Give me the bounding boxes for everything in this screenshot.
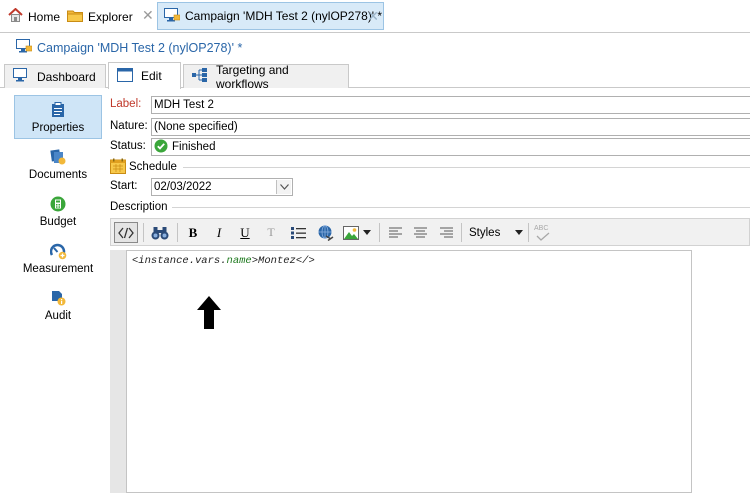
- clipboard-icon: [51, 100, 65, 120]
- spellcheck-label: ABC: [534, 224, 549, 232]
- dashboard-icon: [13, 68, 29, 85]
- tab-explorer-close-icon[interactable]: ✕: [142, 8, 154, 22]
- tab-campaign-label: Campaign 'MDH Test 2 (nylOP278)' *: [185, 9, 383, 23]
- start-date-value: 02/03/2022: [154, 181, 212, 193]
- home-icon: [8, 7, 23, 25]
- folder-icon: [67, 9, 83, 25]
- sidebar-item-measurement[interactable]: Measurement: [14, 236, 102, 280]
- toolbar-separator: [528, 223, 529, 242]
- link-globe-icon[interactable]: [315, 222, 335, 243]
- workflow-icon: [192, 68, 208, 85]
- binoculars-icon[interactable]: [149, 222, 171, 243]
- spellcheck-button[interactable]: ABC: [531, 222, 553, 243]
- edit-window-icon: [117, 67, 133, 85]
- styles-dropdown[interactable]: Styles: [463, 222, 525, 243]
- image-dropdown-arrow-icon[interactable]: [362, 222, 372, 243]
- align-left-icon[interactable]: [386, 222, 404, 243]
- tab-targeting-workflows[interactable]: Targeting and workflows: [183, 62, 349, 91]
- editor-toolbar: B I U T Styles ABC: [110, 218, 750, 246]
- tab-campaign-close-icon[interactable]: ✕: [367, 9, 379, 23]
- source-code-area[interactable]: <instance.vars.name>Montez</>: [126, 250, 692, 493]
- sub-tab-bar: Dashboard Edit Targeting and workflows: [0, 61, 750, 91]
- check-circle-icon: [154, 139, 168, 156]
- tab-home[interactable]: Home: [8, 4, 60, 29]
- tab-explorer[interactable]: Explorer: [67, 4, 133, 29]
- sidebar-item-label: Audit: [44, 310, 72, 322]
- schedule-divider: [182, 166, 750, 168]
- underline-button[interactable]: U: [237, 222, 253, 243]
- align-center-icon[interactable]: [411, 222, 429, 243]
- sidebar-item-documents[interactable]: Documents: [14, 142, 102, 186]
- description-heading: Description: [110, 201, 168, 213]
- code-variable: name: [226, 255, 252, 267]
- italic-button[interactable]: I: [211, 222, 227, 243]
- sidebar-item-properties[interactable]: Properties: [14, 95, 102, 139]
- sidebar-item-audit[interactable]: Audit: [14, 283, 102, 327]
- sidebar-item-label: Budget: [39, 216, 77, 228]
- sidebar-item-budget[interactable]: Budget: [14, 189, 102, 233]
- campaign-icon: [164, 7, 181, 25]
- description-editor: <instance.vars.name>Montez</>: [110, 250, 750, 493]
- up-arrow-icon: [197, 296, 221, 332]
- toolbar-separator: [177, 223, 178, 242]
- nature-field-label: Nature:: [110, 120, 148, 132]
- status-field-label: Status:: [110, 140, 146, 152]
- gauge-icon: [49, 241, 67, 261]
- styles-label: Styles: [469, 226, 501, 239]
- bold-button[interactable]: B: [185, 222, 201, 243]
- align-right-icon[interactable]: [437, 222, 455, 243]
- sidebar-item-label: Properties: [31, 122, 85, 134]
- tab-targeting-label: Targeting and workflows: [216, 62, 289, 91]
- clear-format-button[interactable]: T: [263, 222, 279, 243]
- check-icon: [536, 232, 550, 241]
- calendar-icon: [110, 158, 126, 177]
- source-code-toggle-icon[interactable]: [114, 222, 138, 243]
- status-field: Finished: [151, 138, 750, 156]
- sidebar-item-label: Documents: [28, 169, 88, 181]
- start-field-label: Start:: [110, 180, 138, 192]
- tab-home-label: Home: [28, 9, 61, 24]
- page-title-text: Campaign 'MDH Test 2 (nylOP278)' *: [37, 40, 243, 55]
- calculator-icon: [50, 194, 66, 214]
- sidebar: Properties Documents Budget Measurement …: [0, 88, 108, 493]
- toolbar-separator: [379, 223, 380, 242]
- editor-gutter: [110, 250, 126, 493]
- image-icon[interactable]: [341, 222, 361, 243]
- toolbar-separator: [143, 223, 144, 242]
- schedule-heading: Schedule: [129, 161, 177, 173]
- audit-icon: [50, 288, 66, 308]
- chevron-down-icon: [515, 228, 523, 237]
- tab-explorer-label: Explorer: [88, 9, 133, 24]
- tab-dashboard[interactable]: Dashboard: [4, 64, 106, 88]
- campaign-icon: [16, 39, 33, 56]
- label-field-label: Label:: [110, 98, 142, 110]
- description-section-header: Description: [110, 199, 750, 215]
- tab-campaign[interactable]: Campaign 'MDH Test 2 (nylOP278)' * ✕: [157, 2, 384, 30]
- nature-input[interactable]: (None specified): [151, 118, 750, 136]
- top-tab-bar: Home Explorer ✕ Campaign 'MDH Test 2 (ny…: [0, 0, 750, 33]
- chevron-down-icon[interactable]: [276, 180, 291, 194]
- documents-icon: [50, 147, 66, 167]
- status-value: Finished: [172, 141, 216, 153]
- schedule-section-header: Schedule: [110, 158, 750, 177]
- page-title: Campaign 'MDH Test 2 (nylOP278)' *: [0, 34, 750, 61]
- start-date-input[interactable]: 02/03/2022: [151, 178, 293, 196]
- editor-right-panel: [692, 250, 750, 493]
- code-tag-open: <instance.vars.: [132, 255, 227, 267]
- tab-dashboard-label: Dashboard: [37, 69, 96, 84]
- code-tag-close: >Montez</>: [251, 255, 315, 267]
- bullet-list-icon[interactable]: [289, 222, 307, 243]
- code-line: <instance.vars.name>Montez</>: [132, 255, 315, 267]
- label-input[interactable]: MDH Test 2: [151, 96, 750, 114]
- tab-edit-label: Edit: [141, 69, 162, 83]
- description-divider: [171, 206, 750, 208]
- toolbar-separator: [461, 223, 462, 242]
- tab-edit[interactable]: Edit: [108, 62, 181, 89]
- sidebar-item-label: Measurement: [22, 263, 94, 275]
